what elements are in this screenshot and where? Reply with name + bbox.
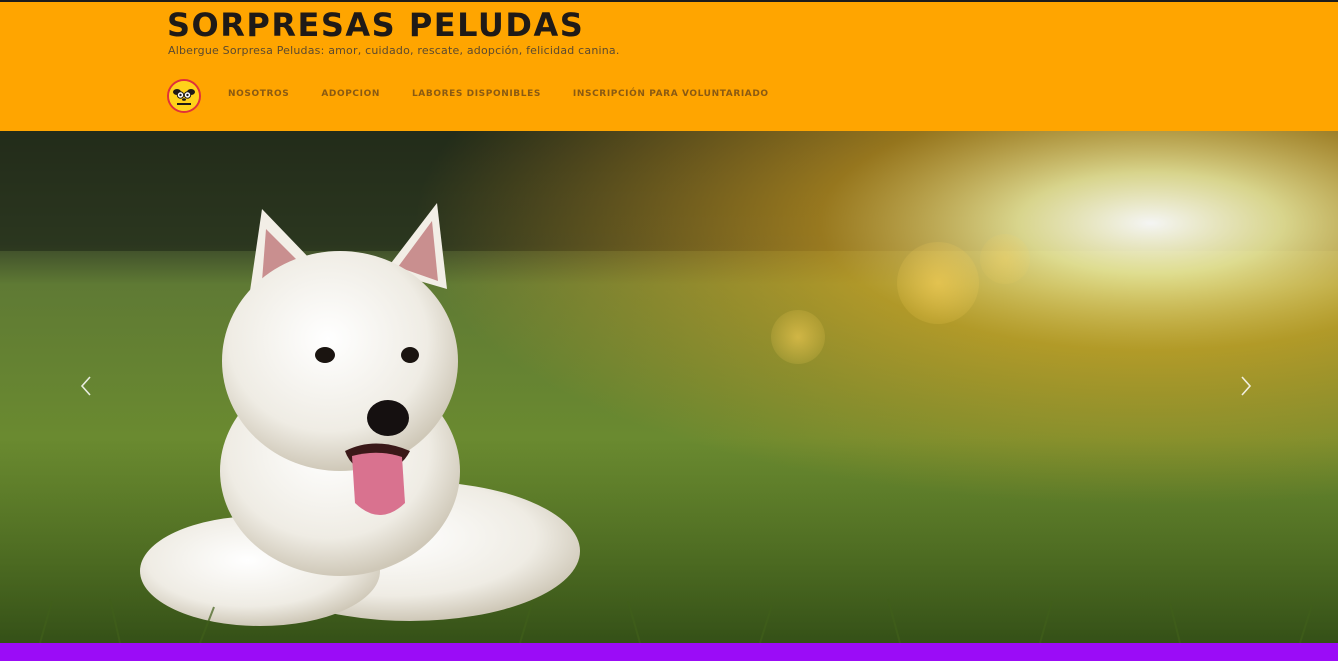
nav-item-adopcion[interactable]: ADOPCION xyxy=(321,89,380,103)
site-title[interactable]: SORPRESAS PELUDAS xyxy=(167,6,584,44)
chevron-left-icon xyxy=(80,376,91,396)
carousel-prev-button[interactable] xyxy=(79,374,99,398)
main-nav: NOSOTROS ADOPCION LABORES DISPONIBLES IN… xyxy=(228,89,801,103)
dog-face-logo-icon xyxy=(169,81,199,111)
purple-footer-bar xyxy=(0,643,1338,661)
site-tagline: Albergue Sorpresa Peludas: amor, cuidado… xyxy=(168,44,620,57)
nav-item-nosotros[interactable]: NOSOTROS xyxy=(228,89,289,103)
site-header: SORPRESAS PELUDAS Albergue Sorpresa Pelu… xyxy=(0,2,1338,131)
nav-item-labores-disponibles[interactable]: LABORES DISPONIBLES xyxy=(412,89,541,103)
hero-carousel xyxy=(0,131,1338,643)
logo-home-link[interactable] xyxy=(167,79,201,113)
white-westie-dog-on-grass-photo xyxy=(0,131,1338,643)
carousel-next-button[interactable] xyxy=(1239,374,1259,398)
nav-item-voluntariado[interactable]: INSCRIPCIÓN PARA VOLUNTARIADO xyxy=(573,89,769,103)
chevron-right-icon xyxy=(1241,376,1252,396)
